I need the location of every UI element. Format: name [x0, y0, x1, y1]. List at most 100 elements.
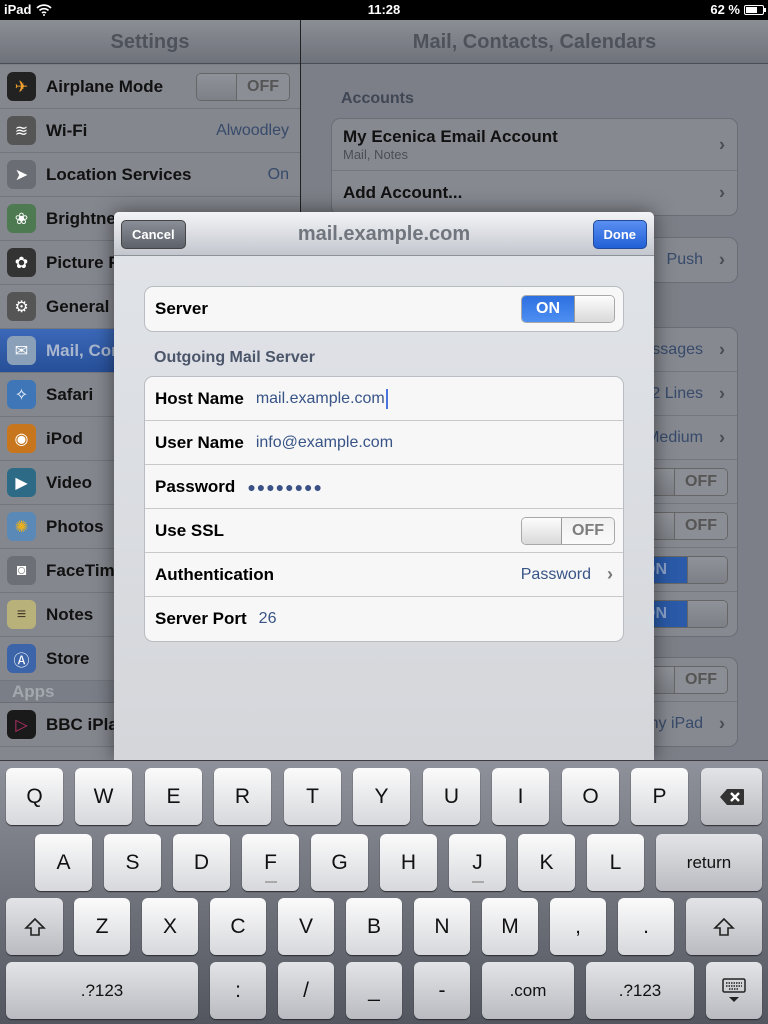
keyboard: Q W E R T Y U I O P A S D F G H J K L re…: [0, 760, 768, 1024]
video-icon: ▶: [7, 468, 36, 497]
text-cursor: [385, 388, 388, 409]
chevron-right-icon: ›: [719, 383, 725, 403]
accounts-group: My Ecenica Email Account Mail, Notes › Add…: [331, 118, 738, 216]
password-row[interactable]: Password ●●●●●●●●: [145, 465, 623, 509]
host-name-input[interactable]: mail.example.com: [256, 388, 388, 409]
bbc-iplayer-icon: ▷: [7, 710, 36, 739]
dotcom-key[interactable]: .com: [482, 962, 574, 1019]
server-card: Server ON: [144, 286, 624, 332]
key-m[interactable]: M: [482, 898, 538, 955]
key-v[interactable]: V: [278, 898, 334, 955]
authentication-value: Password: [520, 565, 591, 583]
key-underscore[interactable]: _: [346, 962, 402, 1019]
key-h[interactable]: H: [380, 834, 437, 891]
chevron-right-icon: ›: [719, 249, 725, 270]
key-a[interactable]: A: [35, 834, 92, 891]
server-toggle[interactable]: ON: [521, 295, 615, 323]
chevron-right-icon: ›: [719, 182, 725, 203]
server-port-input[interactable]: 26: [259, 610, 277, 628]
location-value: On: [267, 165, 289, 183]
location-icon: ➤: [7, 160, 36, 189]
user-name-row[interactable]: User Name info@example.com: [145, 421, 623, 465]
shift-key[interactable]: [6, 898, 63, 955]
hide-keyboard-key[interactable]: [706, 962, 762, 1019]
outgoing-server-form: Host Name mail.example.com User Name info@…: [144, 376, 624, 642]
clock: 11:28: [367, 2, 401, 17]
status-bar: iPad 11:28 62 %: [0, 0, 768, 20]
airplane-mode-toggle[interactable]: OFF: [196, 72, 290, 101]
key-k[interactable]: K: [518, 834, 575, 891]
key-f[interactable]: F: [242, 834, 299, 891]
modal-nav-bar: mail.example.com Cancel Done: [114, 212, 654, 256]
detail-nav-title: Mail, Contacts, Calendars: [301, 20, 768, 64]
account-row[interactable]: My Ecenica Email Account Mail, Notes ›: [332, 119, 737, 171]
key-e[interactable]: E: [145, 768, 202, 825]
battery-percent: 62 %: [710, 2, 740, 17]
key-w[interactable]: W: [75, 768, 132, 825]
key-p[interactable]: P: [631, 768, 688, 825]
key-x[interactable]: X: [142, 898, 198, 955]
shift-icon: [23, 917, 46, 936]
add-account-row[interactable]: Add Account... ›: [332, 171, 737, 215]
accounts-header: Accounts: [341, 90, 414, 107]
key-slash[interactable]: /: [278, 962, 334, 1019]
mail-icon: ✉: [7, 336, 36, 365]
key-y[interactable]: Y: [353, 768, 410, 825]
ipod-icon: ◉: [7, 424, 36, 453]
safari-icon: ✧: [7, 380, 36, 409]
key-z[interactable]: Z: [74, 898, 130, 955]
password-input[interactable]: ●●●●●●●●: [247, 479, 323, 495]
numbers-key-right[interactable]: .?123: [586, 962, 694, 1019]
smtp-server-modal: mail.example.com Cancel Done Server ON O…: [114, 212, 654, 760]
shift-key-right[interactable]: [686, 898, 762, 955]
key-c[interactable]: C: [210, 898, 266, 955]
key-period[interactable]: .: [618, 898, 674, 955]
key-i[interactable]: I: [492, 768, 549, 825]
user-name-input[interactable]: info@example.com: [256, 434, 393, 452]
photos-icon: ✺: [7, 512, 36, 541]
sidebar-item-location-services[interactable]: ➤ Location Services On: [0, 153, 300, 197]
gear-icon: ⚙: [7, 292, 36, 321]
key-q[interactable]: Q: [6, 768, 63, 825]
chevron-right-icon: ›: [719, 339, 725, 359]
key-o[interactable]: O: [562, 768, 619, 825]
key-comma[interactable]: ,: [550, 898, 606, 955]
key-colon[interactable]: :: [210, 962, 266, 1019]
modal-title: mail.example.com: [297, 223, 471, 245]
cancel-button[interactable]: Cancel: [121, 220, 186, 249]
server-port-row[interactable]: Server Port 26: [145, 597, 623, 641]
chevron-right-icon: ›: [607, 564, 613, 584]
notes-icon: ≡: [7, 600, 36, 629]
store-icon: Ⓐ: [7, 644, 36, 673]
picture-frame-icon: ✿: [7, 248, 36, 277]
key-hyphen[interactable]: -: [414, 962, 470, 1019]
key-d[interactable]: D: [173, 834, 230, 891]
key-s[interactable]: S: [104, 834, 161, 891]
key-t[interactable]: T: [284, 768, 341, 825]
chevron-right-icon: ›: [719, 134, 725, 154]
host-name-row[interactable]: Host Name mail.example.com: [145, 377, 623, 421]
key-l[interactable]: L: [587, 834, 644, 891]
key-n[interactable]: N: [414, 898, 470, 955]
key-j[interactable]: J: [449, 834, 506, 891]
done-button[interactable]: Done: [592, 220, 647, 249]
keyboard-dismiss-icon: [722, 977, 746, 1002]
numbers-key[interactable]: .?123: [6, 962, 198, 1019]
key-g[interactable]: G: [311, 834, 368, 891]
key-r[interactable]: R: [214, 768, 271, 825]
use-ssl-toggle[interactable]: OFF: [521, 516, 615, 545]
chevron-right-icon: ›: [719, 427, 725, 447]
key-u[interactable]: U: [423, 768, 480, 825]
settings-nav-title: Settings: [0, 20, 300, 64]
key-b[interactable]: B: [346, 898, 402, 955]
wifi-icon: ≋: [7, 116, 36, 145]
sidebar-item-airplane-mode[interactable]: ✈ Airplane Mode OFF: [0, 65, 300, 109]
sidebar-item-wifi[interactable]: ≋ Wi-Fi Alwoodley: [0, 109, 300, 153]
shift-icon: [713, 917, 735, 936]
return-key[interactable]: return: [656, 834, 762, 891]
authentication-row[interactable]: Authentication Password ›: [145, 553, 623, 597]
backspace-key[interactable]: [701, 768, 762, 825]
wifi-value: Alwoodley: [216, 121, 289, 139]
brightness-icon: ❀: [7, 204, 36, 233]
chevron-right-icon: ›: [719, 713, 725, 734]
